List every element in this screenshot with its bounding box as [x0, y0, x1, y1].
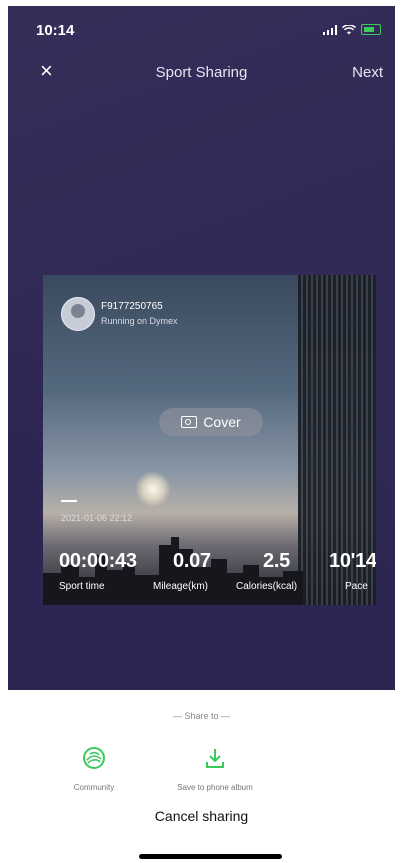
- community-label: Community: [73, 783, 115, 792]
- camera-icon: [181, 416, 198, 428]
- status-icons: [323, 24, 381, 35]
- stat-sport-time-value: 00:00:43: [59, 550, 137, 572]
- share-card: F9177250765 Running on Dymex Cover 2021-…: [43, 275, 376, 605]
- stat-pace-label: Pace: [345, 581, 368, 592]
- user-name: F9177250765: [101, 301, 163, 312]
- status-bar: 10:14: [8, 6, 395, 46]
- signal-icon: [323, 24, 337, 35]
- cover-label: Cover: [203, 414, 241, 430]
- next-button[interactable]: Next: [352, 64, 383, 81]
- share-preview-area: 10:14 × Sport Sharing Next F9177250765 R…: [8, 6, 395, 690]
- stat-pace-value: 10'14": [329, 550, 376, 572]
- home-indicator: [139, 854, 282, 859]
- download-icon: [206, 749, 224, 768]
- status-time: 10:14: [36, 22, 75, 39]
- wifi-icon: [342, 24, 356, 34]
- share-option-save-album[interactable]: Save to phone album: [165, 746, 265, 792]
- stat-calories-value: 2.5: [263, 550, 290, 572]
- workout-date: 2021-01-06 22:12: [61, 513, 133, 523]
- cover-button[interactable]: Cover: [159, 408, 263, 436]
- user-subtitle: Running on Dymex: [101, 316, 178, 326]
- stat-mileage-value: 0.07: [173, 550, 211, 572]
- share-option-community[interactable]: Community: [44, 746, 144, 792]
- share-to-header: — Share to —: [172, 711, 231, 721]
- cancel-sharing-button[interactable]: Cancel sharing: [0, 808, 403, 824]
- stat-calories-label: Calories(kcal): [236, 581, 298, 592]
- save-album-label: Save to phone album: [177, 783, 253, 792]
- stat-mileage-label: Mileage(km): [153, 581, 209, 592]
- sun-glow: [135, 471, 171, 507]
- battery-icon: [361, 24, 381, 35]
- divider-dash: [61, 500, 77, 502]
- stat-sport-time-label: Sport time: [59, 581, 105, 592]
- avatar: [61, 297, 95, 331]
- page-title: Sport Sharing: [155, 64, 248, 81]
- nav-bar: × Sport Sharing Next: [8, 60, 395, 90]
- community-icon: [83, 747, 105, 769]
